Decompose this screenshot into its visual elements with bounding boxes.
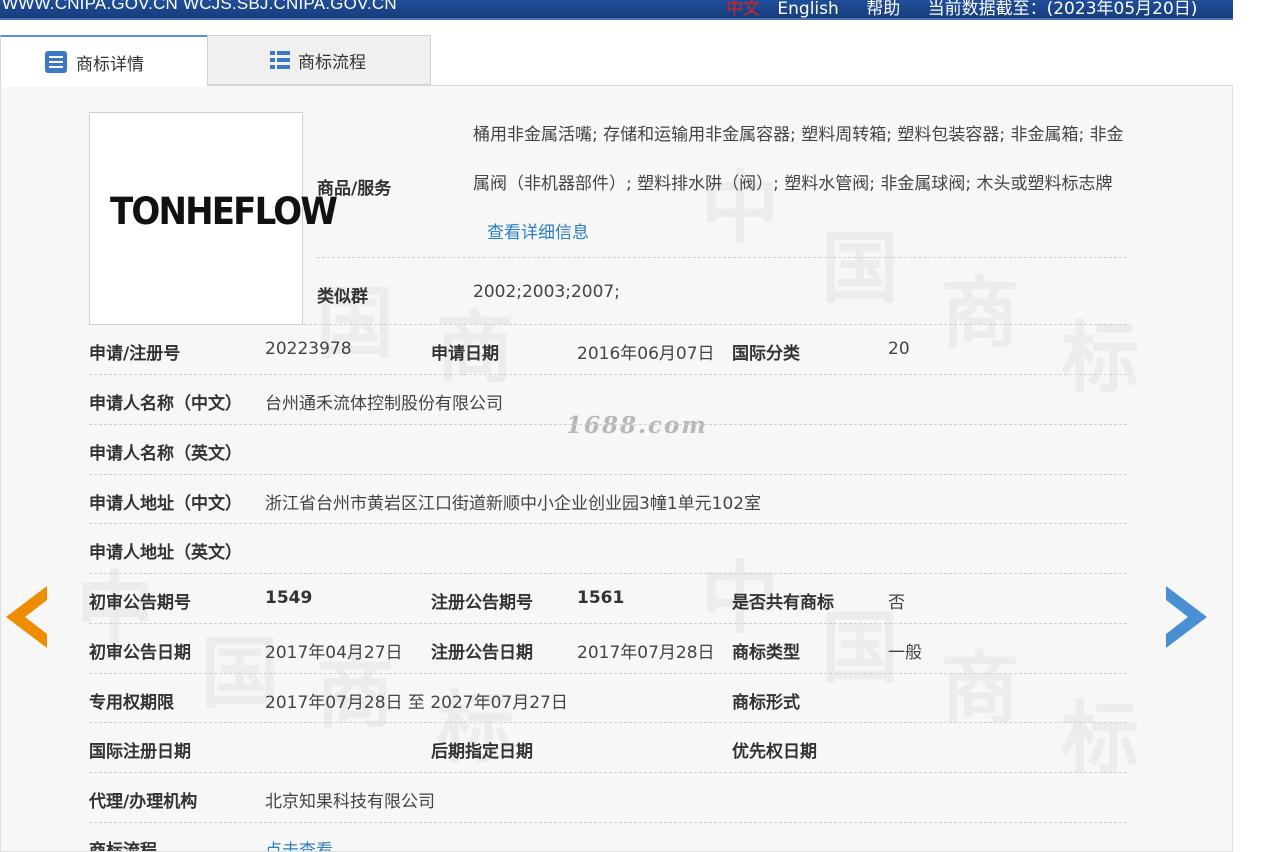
trademark-logo-text: TONHEFLOW: [110, 190, 338, 233]
tab-flow-label: 商标流程: [298, 52, 366, 73]
tab-trademark-flow[interactable]: 商标流程: [207, 35, 431, 85]
reg-no-label: 申请/注册号: [89, 344, 181, 364]
reg-date-label: 注册公告日期: [431, 643, 533, 663]
tab-trademark-detail[interactable]: 商标详情: [0, 35, 207, 87]
prelim-issue-value: 1549: [265, 588, 313, 608]
divider: [89, 822, 1127, 823]
reg-date-value: 2017年07月28日: [577, 643, 715, 663]
tab-detail-label: 商标详情: [76, 54, 144, 75]
address-cn-value: 浙江省台州市黄岩区江口街道新顺中小企业创业园3幢1单元102室: [265, 494, 762, 514]
later-designation-label: 后期指定日期: [431, 742, 533, 762]
divider: [89, 772, 1127, 773]
divider: [317, 257, 1127, 258]
intl-class-label: 国际分类: [732, 344, 800, 364]
watermark-site: 1688.com: [566, 412, 708, 439]
priority-date-label: 优先权日期: [732, 742, 817, 762]
data-date-text: 当前数据截至：(2023年05月20日): [927, 0, 1198, 19]
tm-type-value: 一般: [888, 643, 922, 663]
intl-class-value: 20: [888, 339, 910, 359]
similar-group-value: 2002;2003;2007;: [473, 282, 620, 302]
site-url: WWW.CNIPA.GOV.CN WCJS.SBJ.CNIPA.GOV.CN: [2, 0, 397, 13]
prelim-date-label: 初审公告日期: [89, 643, 191, 663]
divider: [89, 573, 1127, 574]
divider: [89, 722, 1127, 723]
tm-form-label: 商标形式: [732, 693, 800, 713]
intl-reg-date-label: 国际注册日期: [89, 742, 191, 762]
prev-arrow-icon[interactable]: [6, 586, 48, 648]
applicant-cn-label: 申请人名称（中文）: [89, 394, 242, 414]
tm-type-label: 商标类型: [732, 643, 800, 663]
address-en-label: 申请人地址（英文）: [89, 543, 242, 563]
divider: [89, 424, 1127, 425]
divider: [89, 623, 1127, 624]
trademark-image: TONHEFLOW: [89, 112, 338, 325]
exclusive-period-value: 2017年07月28日 至 2027年07月27日: [265, 693, 568, 713]
goods-detail-link[interactable]: 查看详细信息: [487, 223, 589, 243]
divider: [89, 374, 1127, 375]
top-bar: WWW.CNIPA.GOV.CN WCJS.SBJ.CNIPA.GOV.CN 中…: [0, 0, 1233, 20]
shared-value: 否: [888, 593, 905, 613]
next-arrow-icon[interactable]: [1166, 586, 1208, 648]
flow-label: 商标流程: [89, 841, 157, 852]
detail-panel: 中 国 商 中 国 商 标 中 国 商 标 中 国 商 标 1688.com T…: [0, 85, 1233, 852]
watermark-char: 标: [1061, 314, 1140, 404]
divider: [89, 523, 1127, 524]
tab-bar: 商标详情 商标流程: [0, 35, 432, 87]
shared-label: 是否共有商标: [732, 593, 834, 613]
top-nav: 中文 English 帮助 当前数据截至：(2023年05月20日): [726, 0, 1219, 19]
reg-no-value: 20223978: [265, 339, 352, 359]
goods-text: 桶用非金属活嘴; 存储和运输用非金属容器; 塑料周转箱; 塑料包装容器; 非金属…: [473, 125, 1124, 194]
app-date-label: 申请日期: [431, 344, 499, 364]
prelim-date-value: 2017年04月27日: [265, 643, 403, 663]
divider: [89, 324, 1127, 325]
agent-label: 代理/办理机构: [89, 792, 198, 812]
goods-value: 桶用非金属活嘴; 存储和运输用非金属容器; 塑料周转箱; 塑料包装容器; 非金属…: [473, 111, 1133, 258]
watermark-char: 商: [941, 269, 1020, 359]
detail-list-icon: [45, 51, 67, 73]
divider: [89, 474, 1127, 475]
app-date-value: 2016年06月07日: [577, 344, 715, 364]
similar-group-label: 类似群: [317, 287, 368, 307]
reg-issue-label: 注册公告期号: [431, 593, 533, 613]
applicant-cn-value: 台州通禾流体控制股份有限公司: [265, 394, 503, 414]
flow-list-icon: [270, 51, 290, 69]
reg-issue-value: 1561: [577, 588, 625, 608]
prelim-issue-label: 初审公告期号: [89, 593, 191, 613]
address-cn-label: 申请人地址（中文）: [89, 494, 242, 514]
flow-view-link[interactable]: 点击查看: [265, 836, 333, 851]
agent-value: 北京知果科技有限公司: [265, 792, 435, 812]
divider: [89, 673, 1127, 674]
goods-label: 商品/服务: [317, 179, 392, 199]
help-link[interactable]: 帮助: [866, 0, 900, 18]
lang-english-link[interactable]: English: [777, 0, 838, 18]
applicant-en-label: 申请人名称（英文）: [89, 444, 242, 464]
lang-chinese-link[interactable]: 中文: [726, 0, 760, 18]
exclusive-period-label: 专用权期限: [89, 693, 174, 713]
